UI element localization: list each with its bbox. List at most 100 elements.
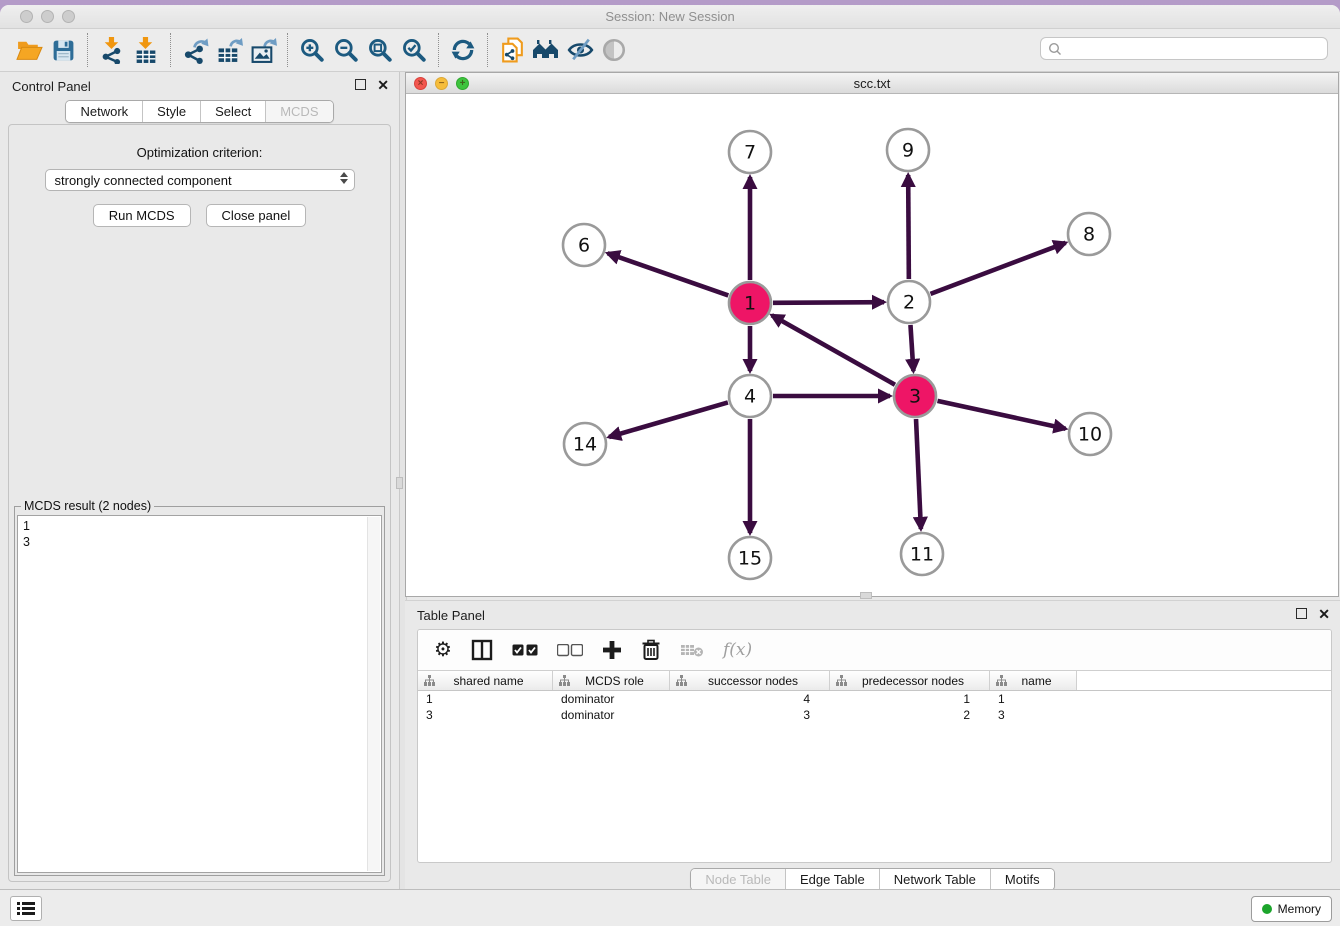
control-panel-tabbar: NetworkStyleSelectMCDS <box>0 100 399 123</box>
column-header-name[interactable]: name <box>990 671 1077 690</box>
splitter-handle[interactable] <box>860 592 872 599</box>
control-panel: Control Panel ✕ NetworkStyleSelectMCDS O… <box>0 72 399 890</box>
criterion-dropdown[interactable]: strongly connected component <box>45 169 355 191</box>
tab-mcds[interactable]: MCDS <box>265 101 332 122</box>
zoom-out-icon <box>333 37 359 63</box>
graph-edge-1-6[interactable] <box>608 253 729 295</box>
table-cell[interactable]: 4 <box>670 692 830 706</box>
column-header-shared-name[interactable]: shared name <box>418 671 553 690</box>
column-header-MCDS-role[interactable]: MCDS role <box>553 671 670 690</box>
apply-preferred-layout-button[interactable] <box>446 33 480 67</box>
result-scrollbar[interactable] <box>367 517 380 871</box>
table-cell[interactable]: 1 <box>418 692 553 706</box>
table-panel-close-icon[interactable]: ✕ <box>1318 609 1330 619</box>
memory-label: Memory <box>1278 902 1321 916</box>
graph-edge-2-9[interactable] <box>908 175 909 279</box>
graph-node-label: 2 <box>903 292 915 314</box>
control-panel-float-icon[interactable] <box>355 79 366 90</box>
zoom-in-icon <box>299 37 325 63</box>
import-network-button[interactable] <box>95 33 129 67</box>
add-column-icon[interactable] <box>602 640 622 660</box>
table-panel-float-icon[interactable] <box>1296 608 1307 619</box>
export-network-button[interactable] <box>178 33 212 67</box>
graph-node-label: 14 <box>573 434 597 456</box>
tab-motifs[interactable]: Motifs <box>990 869 1054 890</box>
table-cell[interactable]: dominator <box>553 708 670 722</box>
graph-edge-3-11[interactable] <box>916 419 921 529</box>
hide-selected-button[interactable] <box>563 33 597 67</box>
graph-edge-1-2[interactable] <box>773 302 884 303</box>
select-all-columns-icon[interactable] <box>512 644 538 657</box>
optimization-criterion-label: Optimization criterion: <box>9 145 390 160</box>
graph-node-label: 9 <box>902 140 914 162</box>
save-session-button[interactable] <box>46 33 80 67</box>
mcds-result-box[interactable]: 1 3 <box>17 515 382 873</box>
run-mcds-button[interactable]: Run MCDS <box>93 204 191 227</box>
mcds-result-legend: MCDS result (2 nodes) <box>21 499 154 513</box>
table-row[interactable]: 3dominator323 <box>418 707 1331 723</box>
memory-button[interactable]: Memory <box>1251 896 1332 922</box>
network-window-titlebar[interactable]: × − + scc.txt <box>406 73 1338 94</box>
status-bar: Memory <box>0 889 1340 926</box>
tab-style[interactable]: Style <box>142 101 200 122</box>
table-cell[interactable]: dominator <box>553 692 670 706</box>
close-panel-button[interactable]: Close panel <box>206 204 307 227</box>
zoom-fit-icon <box>367 37 393 63</box>
deselect-all-columns-icon[interactable] <box>557 644 583 657</box>
show-all-button[interactable] <box>597 33 631 67</box>
graph-edge-2-3[interactable] <box>910 325 913 371</box>
graph-node-label: 7 <box>744 142 756 164</box>
table-cell[interactable]: 1 <box>990 692 1077 706</box>
refresh-icon <box>450 37 476 63</box>
tab-node-table[interactable]: Node Table <box>691 869 785 890</box>
zoom-fit-button[interactable] <box>363 33 397 67</box>
delete-table-icon[interactable] <box>680 642 704 658</box>
save-floppy-icon <box>51 38 76 63</box>
export-table-button[interactable] <box>212 33 246 67</box>
graph-node-label: 4 <box>744 386 756 408</box>
column-header-predecessor-nodes[interactable]: predecessor nodes <box>830 671 990 690</box>
table-cell[interactable]: 3 <box>418 708 553 722</box>
mcds-result-text: 1 3 <box>18 516 381 553</box>
table-cell[interactable]: 2 <box>830 708 990 722</box>
tab-network[interactable]: Network <box>66 101 142 122</box>
table-cell[interactable]: 3 <box>990 708 1077 722</box>
import-table-button[interactable] <box>129 33 163 67</box>
open-session-button[interactable] <box>12 33 46 67</box>
zoom-selected-icon <box>401 37 427 63</box>
graph-edge-3-10[interactable] <box>937 401 1065 429</box>
delete-column-icon[interactable] <box>641 639 661 661</box>
graph-edge-4-14[interactable] <box>609 402 728 437</box>
control-panel-close-icon[interactable]: ✕ <box>377 80 389 90</box>
table-cell[interactable]: 1 <box>830 692 990 706</box>
tab-network-table[interactable]: Network Table <box>879 869 990 890</box>
memory-status-dot <box>1262 904 1272 914</box>
network-canvas[interactable]: 7968124314101511 <box>406 94 1338 596</box>
tab-edge-table[interactable]: Edge Table <box>785 869 879 890</box>
clone-network-button[interactable] <box>495 33 529 67</box>
graph-edge-2-8[interactable] <box>931 243 1066 294</box>
houses-icon <box>531 37 561 63</box>
column-visibility-icon[interactable] <box>471 639 493 661</box>
splitter-handle[interactable] <box>396 477 403 489</box>
zoom-in-button[interactable] <box>295 33 329 67</box>
export-image-button[interactable] <box>246 33 280 67</box>
zoom-selected-button[interactable] <box>397 33 431 67</box>
zoom-out-button[interactable] <box>329 33 363 67</box>
search-input[interactable] <box>1063 39 1327 59</box>
clone-network-icon <box>499 36 526 64</box>
list-icon <box>17 901 35 916</box>
task-history-button[interactable] <box>10 896 42 921</box>
graph-edge-3-1[interactable] <box>772 315 895 384</box>
function-builder-icon[interactable]: f(x) <box>723 640 752 660</box>
table-row[interactable]: 1dominator411 <box>418 691 1331 707</box>
table-cell[interactable]: 3 <box>670 708 830 722</box>
control-panel-header: Control Panel ✕ <box>0 72 399 98</box>
tab-select[interactable]: Select <box>200 101 265 122</box>
table-panel-title: Table Panel <box>417 608 485 623</box>
desktop: { "window": { "title": "Session: New Ses… <box>0 0 1340 926</box>
first-neighbors-button[interactable] <box>529 33 563 67</box>
column-header-successor-nodes[interactable]: successor nodes <box>670 671 830 690</box>
table-settings-gear-icon[interactable]: ⚙ <box>434 640 452 660</box>
toolbar-search[interactable] <box>1040 37 1328 60</box>
